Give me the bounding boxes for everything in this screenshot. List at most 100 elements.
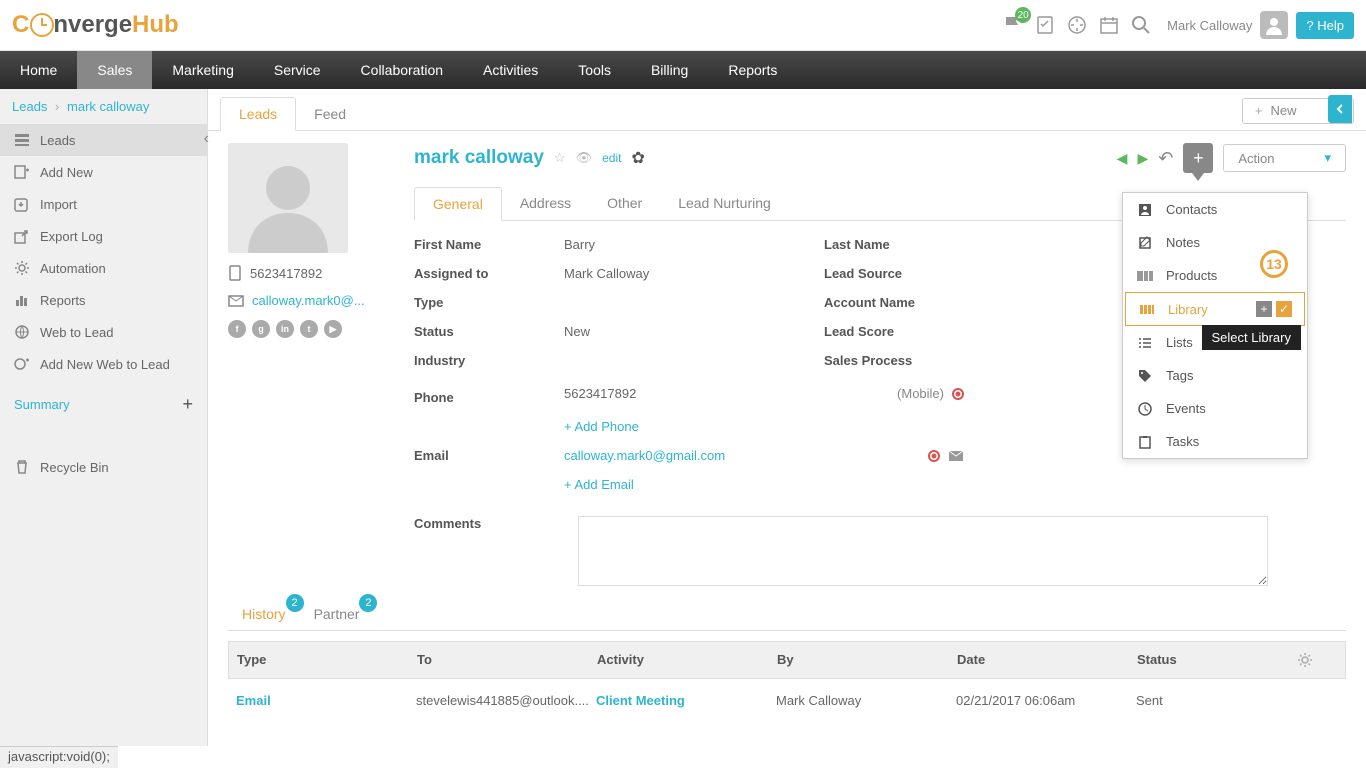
- bottom-tab-history[interactable]: History 2: [228, 598, 300, 630]
- content-tab-feed[interactable]: Feed: [296, 98, 364, 130]
- menu-label: Notes: [1166, 235, 1200, 250]
- sidebar-item-addnew[interactable]: Add New: [0, 156, 207, 188]
- profile-image[interactable]: [228, 143, 348, 253]
- email-value[interactable]: calloway.mark0@gmail.com: [564, 448, 725, 463]
- primary-indicator-icon[interactable]: [928, 450, 940, 462]
- summary-label[interactable]: Summary: [14, 397, 70, 412]
- col-to[interactable]: To: [417, 652, 597, 668]
- col-by[interactable]: By: [777, 652, 957, 668]
- row-type[interactable]: Email: [236, 693, 416, 708]
- status-value[interactable]: New: [564, 324, 824, 339]
- search-icon[interactable]: [1129, 13, 1153, 37]
- type-value[interactable]: [564, 295, 824, 310]
- logo[interactable]: C nverge Hub: [12, 11, 179, 39]
- action-label: Action: [1238, 151, 1274, 166]
- breadcrumb-current[interactable]: mark calloway: [67, 99, 149, 114]
- add-menu-contacts[interactable]: Contacts: [1123, 193, 1307, 226]
- content-tab-leads[interactable]: Leads: [220, 97, 296, 131]
- prev-arrow-icon[interactable]: ◀: [1117, 150, 1128, 167]
- add-menu-events[interactable]: Events: [1123, 392, 1307, 425]
- calendar-icon[interactable]: [1097, 13, 1121, 37]
- row-activity[interactable]: Client Meeting: [596, 693, 776, 708]
- step-badge: 13: [1260, 250, 1288, 278]
- col-date[interactable]: Date: [957, 652, 1137, 668]
- menu-label: Tasks: [1166, 434, 1199, 449]
- flag-icon[interactable]: 20: [1001, 13, 1025, 37]
- primary-indicator-icon[interactable]: [952, 388, 964, 400]
- add-email-link[interactable]: + Add Email: [564, 477, 634, 492]
- sidebar-item-addwebtolead[interactable]: Add New Web to Lead: [0, 348, 207, 380]
- add-menu-tasks[interactable]: Tasks: [1123, 425, 1307, 458]
- next-arrow-icon[interactable]: ▶: [1137, 150, 1148, 167]
- plus-icon[interactable]: +: [182, 394, 193, 415]
- add-menu-tags[interactable]: Tags: [1123, 359, 1307, 392]
- sidebar-item-reports[interactable]: Reports: [0, 284, 207, 316]
- facebook-icon[interactable]: f: [228, 320, 246, 338]
- nav-collaboration[interactable]: Collaboration: [341, 51, 464, 89]
- sales-process-label: Sales Process: [824, 353, 984, 368]
- breadcrumb-separator: ›: [55, 99, 59, 114]
- sub-tab-general[interactable]: General: [414, 187, 502, 221]
- user-name[interactable]: Mark Calloway: [1167, 18, 1252, 33]
- first-name-value[interactable]: Barry: [564, 237, 824, 252]
- chart-icon: [14, 292, 30, 308]
- nav-sales[interactable]: Sales: [77, 51, 152, 89]
- col-activity[interactable]: Activity: [597, 652, 777, 668]
- nav-tools[interactable]: Tools: [558, 51, 631, 89]
- sidebar-item-leads[interactable]: Leads: [0, 124, 207, 156]
- nav-activities[interactable]: Activities: [463, 51, 558, 89]
- star-icon[interactable]: ☆: [554, 150, 566, 166]
- nav-marketing[interactable]: Marketing: [152, 51, 253, 89]
- sidebar-item-export[interactable]: Export Log: [0, 220, 207, 252]
- mail-icon[interactable]: [948, 450, 964, 462]
- assigned-to-value[interactable]: Mark Calloway: [564, 266, 824, 281]
- bottom-tab-partner[interactable]: Partner 2: [300, 598, 374, 630]
- col-type[interactable]: Type: [237, 652, 417, 668]
- nav-reports[interactable]: Reports: [708, 51, 797, 89]
- target-icon[interactable]: [1065, 13, 1089, 37]
- action-dropdown[interactable]: Action ▾: [1223, 144, 1346, 172]
- sidebar-label: Web to Lead: [40, 325, 113, 340]
- avatar-icon[interactable]: [1260, 11, 1288, 39]
- twitter-icon[interactable]: t: [300, 320, 318, 338]
- watch-icon[interactable]: 👁: [576, 150, 593, 166]
- table-row[interactable]: Email stevelewis441885@outlook.... Clien…: [228, 679, 1346, 722]
- library-add-icon[interactable]: +: [1256, 301, 1272, 317]
- google-icon[interactable]: g: [252, 320, 270, 338]
- add-phone-link[interactable]: + Add Phone: [564, 419, 639, 434]
- sidebar-item-automation[interactable]: Automation: [0, 252, 207, 284]
- profile-email[interactable]: calloway.mark0@...: [228, 293, 398, 308]
- menu-label: Products: [1166, 268, 1217, 283]
- sidebar-item-webtolead[interactable]: Web to Lead: [0, 316, 207, 348]
- sidebar-item-recycle[interactable]: Recycle Bin: [0, 451, 207, 483]
- top-header: C nverge Hub 20 Mark Calloway ? Help: [0, 0, 1366, 51]
- sub-tab-other[interactable]: Other: [589, 187, 660, 220]
- undo-icon[interactable]: ↶: [1158, 148, 1173, 169]
- menu-label: Contacts: [1166, 202, 1217, 217]
- nav-billing[interactable]: Billing: [631, 51, 708, 89]
- library-select-icon[interactable]: ✓: [1276, 301, 1292, 317]
- edit-link[interactable]: edit: [602, 151, 621, 165]
- nav-service[interactable]: Service: [254, 51, 341, 89]
- chevron-left-icon[interactable]: ‹: [204, 130, 209, 148]
- col-status[interactable]: Status: [1137, 652, 1297, 668]
- lead-source-label: Lead Source: [824, 266, 984, 281]
- comments-textarea[interactable]: [578, 516, 1268, 586]
- sub-tab-address[interactable]: Address: [502, 187, 589, 220]
- help-button[interactable]: ? Help: [1296, 12, 1354, 39]
- sidebar-item-import[interactable]: Import: [0, 188, 207, 220]
- gear-icon[interactable]: [1297, 652, 1337, 668]
- linkedin-icon[interactable]: in: [276, 320, 294, 338]
- add-menu-library[interactable]: Library + ✓: [1125, 292, 1305, 326]
- breadcrumb-root[interactable]: Leads: [12, 99, 47, 114]
- sub-tab-nurturing[interactable]: Lead Nurturing: [660, 187, 789, 220]
- nav-home[interactable]: Home: [0, 51, 77, 89]
- phone-value[interactable]: 5623417892: [564, 386, 636, 401]
- add-related-button[interactable]: +: [1183, 143, 1213, 173]
- flower-icon[interactable]: ✿: [631, 148, 644, 168]
- collapse-button[interactable]: [1328, 95, 1352, 123]
- phone-type: (Mobile): [897, 386, 944, 401]
- industry-value[interactable]: [564, 353, 824, 368]
- clipboard-icon[interactable]: [1033, 13, 1057, 37]
- youtube-icon[interactable]: ▶: [324, 320, 342, 338]
